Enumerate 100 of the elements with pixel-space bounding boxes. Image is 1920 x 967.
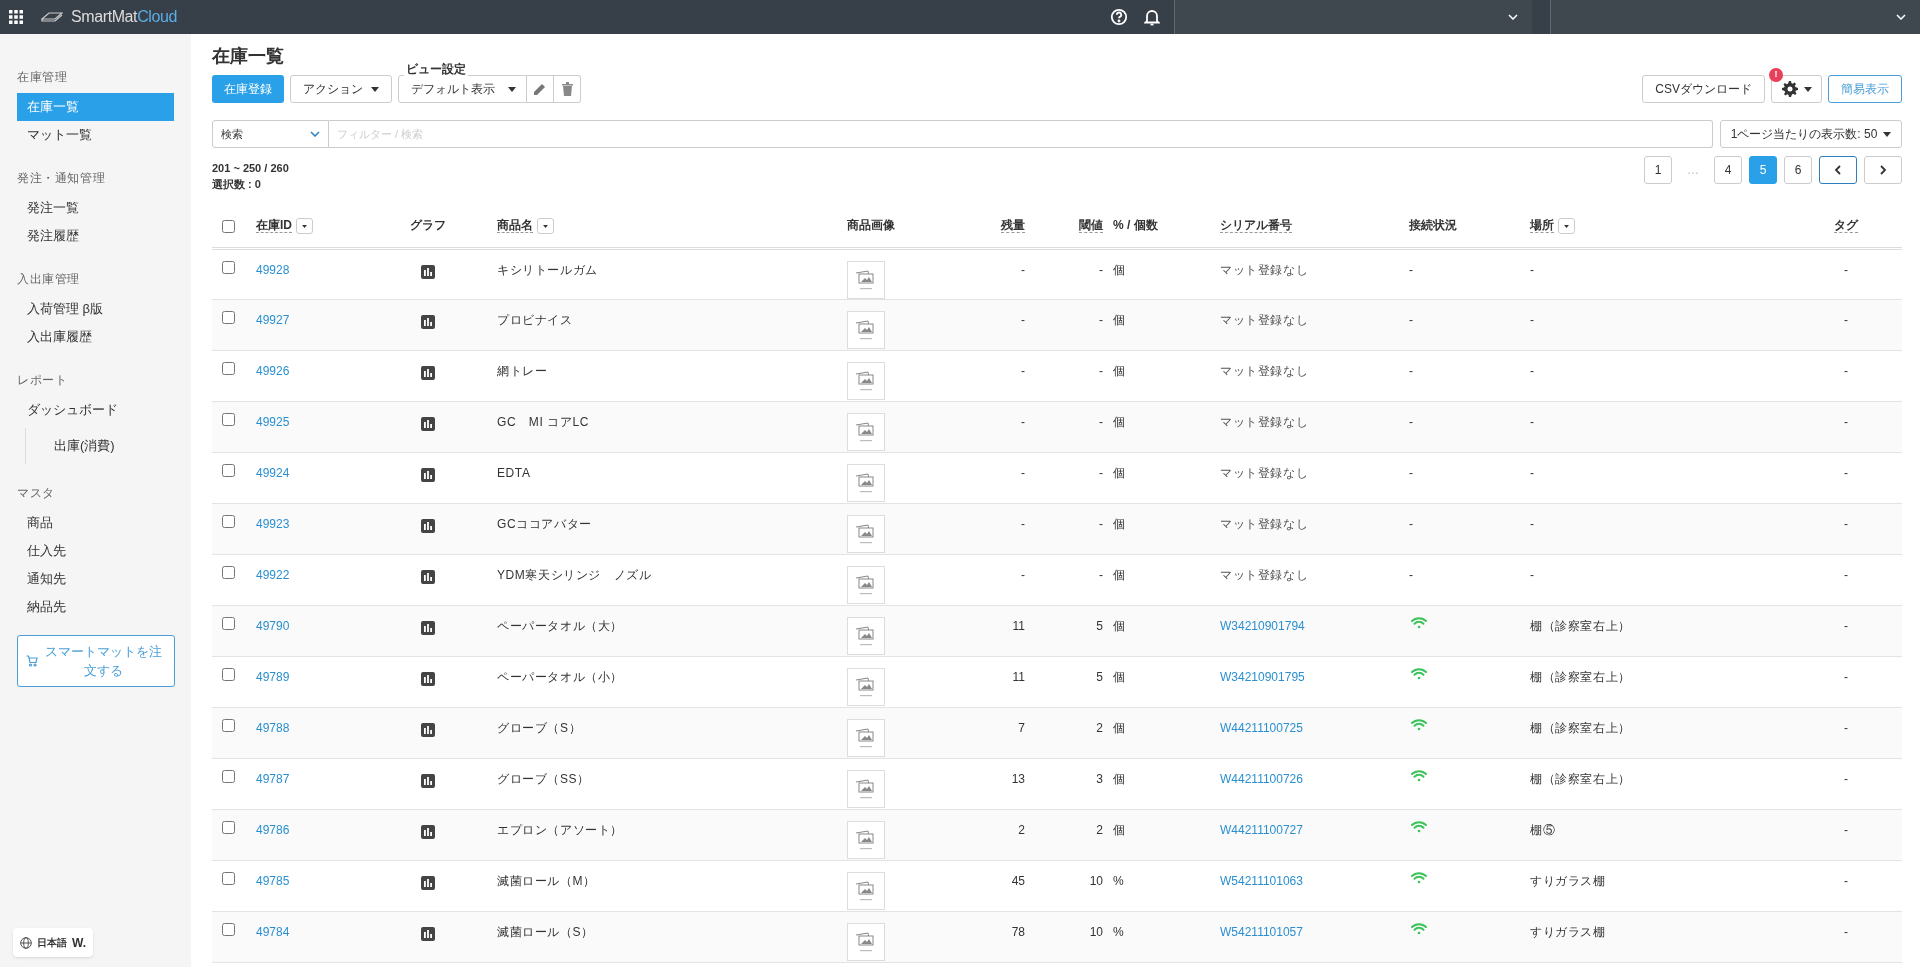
sidebar-item[interactable]: 仕入先	[17, 537, 174, 565]
row-checkbox[interactable]	[222, 463, 235, 477]
stock-id-link[interactable]: 49923	[256, 516, 290, 531]
settings-dropdown[interactable]	[1771, 75, 1822, 103]
column-header: タグ	[1834, 218, 1858, 234]
order-smartmat-button[interactable]: スマートマットを注文する	[17, 635, 175, 687]
page-button[interactable]: 1	[1644, 156, 1672, 184]
product-name: エプロン（アソート）	[497, 822, 623, 837]
search-select[interactable]: 検索	[212, 120, 329, 148]
sidebar-item[interactable]: 発注一覧	[17, 194, 174, 222]
row-checkbox[interactable]	[222, 412, 235, 426]
caret-icon	[1803, 86, 1812, 92]
stock-id-link[interactable]: 49922	[256, 567, 290, 582]
row-checkbox[interactable]	[222, 260, 235, 274]
product-name: GCココアバター	[497, 516, 592, 531]
bar-chart-icon[interactable]	[421, 824, 435, 839]
help-icon[interactable]	[1110, 8, 1128, 26]
row-checkbox[interactable]	[222, 871, 235, 885]
bar-chart-icon[interactable]	[421, 264, 435, 279]
sidebar-item[interactable]: ダッシュボード	[17, 396, 174, 424]
view-select[interactable]: デフォルト表示	[398, 75, 527, 103]
tag-value: -	[1844, 720, 1848, 735]
stock-id-link[interactable]: 49926	[256, 363, 290, 378]
bar-chart-icon[interactable]	[421, 722, 435, 737]
row-checkbox[interactable]	[222, 514, 235, 528]
delete-button[interactable]	[554, 75, 581, 103]
row-checkbox[interactable]	[222, 616, 235, 630]
bar-chart-icon[interactable]	[421, 314, 435, 329]
stock-id-link[interactable]: 49925	[256, 414, 290, 429]
stock-id-link[interactable]: 49928	[256, 262, 290, 277]
row-checkbox[interactable]	[222, 310, 235, 324]
per-page-select[interactable]: 1ページ当たりの表示数: 50	[1720, 120, 1902, 148]
stock-id-link[interactable]: 49927	[256, 312, 290, 327]
sort-dropdown[interactable]	[1558, 218, 1575, 235]
page-button[interactable]: 5	[1749, 156, 1777, 184]
sidebar-item[interactable]: 商品	[17, 509, 174, 537]
next-page-button[interactable]	[1864, 156, 1902, 184]
sort-dropdown[interactable]	[296, 218, 313, 235]
language-switcher[interactable]: 日本語 W.	[13, 928, 93, 957]
action-dropdown[interactable]: アクション	[290, 75, 392, 103]
stock-id-link[interactable]: 49924	[256, 465, 290, 480]
simple-view-button[interactable]: 簡易表示	[1828, 75, 1902, 103]
sidebar-item[interactable]: 通知先	[17, 565, 174, 593]
serial-number-link[interactable]: W44211100726	[1220, 771, 1303, 786]
stock-id-link[interactable]: 49788	[256, 720, 290, 735]
serial-number-link[interactable]: W34210901795	[1220, 669, 1305, 684]
stock-id-link[interactable]: 49790	[256, 618, 290, 633]
unit-value: 個	[1113, 567, 1125, 582]
bar-chart-icon[interactable]	[421, 620, 435, 635]
bar-chart-icon[interactable]	[421, 569, 435, 584]
page-button[interactable]: 4	[1714, 156, 1742, 184]
unit-value: 個	[1113, 312, 1125, 327]
edit-button[interactable]	[527, 75, 554, 103]
row-checkbox[interactable]	[222, 565, 235, 579]
sidebar-item[interactable]: 納品先	[17, 593, 174, 621]
stock-id-link[interactable]: 49787	[256, 771, 290, 786]
row-checkbox[interactable]	[222, 922, 235, 936]
serial-number-link[interactable]: W44211100725	[1220, 720, 1303, 735]
page-button[interactable]: 6	[1784, 156, 1812, 184]
previous-page-button[interactable]	[1819, 156, 1857, 184]
stock-id-link[interactable]: 49786	[256, 822, 290, 837]
register-stock-button[interactable]: 在庫登録	[212, 75, 284, 103]
unit-value: 個	[1113, 262, 1125, 277]
stock-id-link[interactable]: 49789	[256, 669, 290, 684]
serial-number: マット登録なし	[1220, 363, 1309, 378]
bar-chart-icon[interactable]	[421, 518, 435, 533]
row-checkbox[interactable]	[222, 769, 235, 783]
serial-number-link[interactable]: W34210901794	[1220, 618, 1305, 633]
bar-chart-icon[interactable]	[421, 773, 435, 788]
row-checkbox[interactable]	[222, 361, 235, 375]
serial-number-link[interactable]: W54211101057	[1220, 924, 1303, 939]
sidebar-item[interactable]: 在庫一覧	[17, 93, 174, 121]
column-header: 商品画像	[847, 218, 895, 233]
bar-chart-icon[interactable]	[421, 365, 435, 380]
apps-grid-icon[interactable]	[9, 10, 23, 24]
serial-number-link[interactable]: W44211100727	[1220, 822, 1303, 837]
remaining-value: -	[1021, 262, 1025, 277]
remaining-value: -	[1021, 516, 1025, 531]
remaining-value: 11	[1012, 669, 1025, 684]
bar-chart-icon[interactable]	[421, 926, 435, 941]
bar-chart-icon[interactable]	[421, 416, 435, 431]
bar-chart-icon[interactable]	[421, 671, 435, 686]
sidebar-item[interactable]: 出庫(消費)	[44, 428, 174, 464]
sidebar-item[interactable]: 入出庫履歴	[17, 323, 174, 351]
stock-id-link[interactable]: 49785	[256, 873, 290, 888]
row-checkbox[interactable]	[222, 820, 235, 834]
select-all-checkbox[interactable]	[222, 219, 235, 233]
bell-icon[interactable]	[1144, 8, 1160, 26]
csv-download-button[interactable]: CSVダウンロード	[1642, 75, 1765, 103]
stock-id-link[interactable]: 49784	[256, 924, 290, 939]
sort-dropdown[interactable]	[537, 218, 554, 235]
sidebar-item[interactable]: 発注履歴	[17, 222, 174, 250]
sidebar-item[interactable]: マット一覧	[17, 121, 174, 149]
row-checkbox[interactable]	[222, 718, 235, 732]
serial-number-link[interactable]: W54211101063	[1220, 873, 1303, 888]
unit-value: 個	[1113, 618, 1125, 633]
bar-chart-icon[interactable]	[421, 467, 435, 482]
sidebar-item[interactable]: 入荷管理 β版	[17, 295, 174, 323]
bar-chart-icon[interactable]	[421, 875, 435, 890]
row-checkbox[interactable]	[222, 667, 235, 681]
